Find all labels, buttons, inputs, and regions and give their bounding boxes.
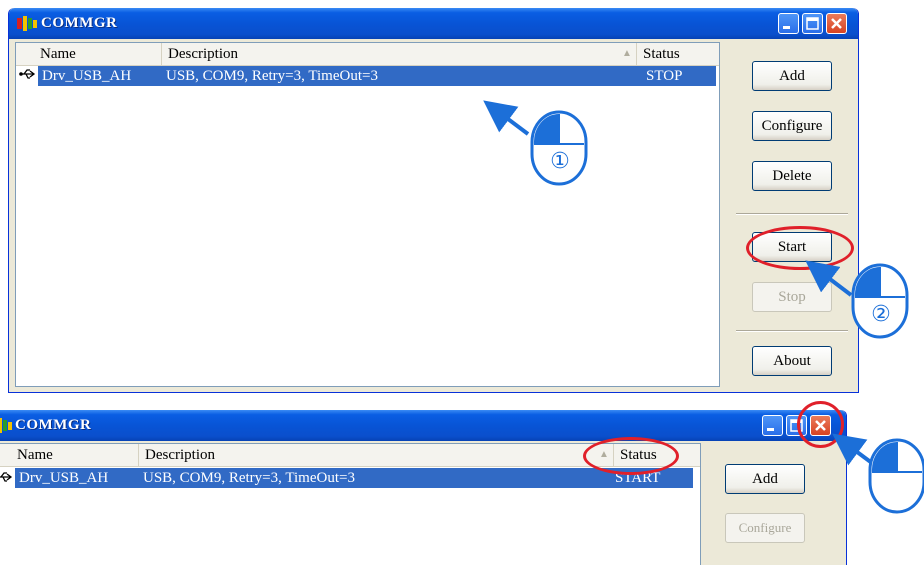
highlight-ring-close <box>797 401 844 448</box>
sort-arrow-icon: ▲ <box>622 48 632 59</box>
minimize-icon <box>783 26 790 29</box>
column-header-status[interactable]: Status <box>637 43 719 65</box>
window-title: COMMGR <box>41 15 118 31</box>
column-header-name[interactable]: Name <box>11 444 139 466</box>
row-description: USB, COM9, Retry=3, TimeOut=3 <box>143 470 355 486</box>
configure-button[interactable]: Configure <box>725 513 805 543</box>
maximize-button[interactable] <box>802 13 823 34</box>
close-icon <box>831 18 842 29</box>
delete-button[interactable]: Delete <box>752 161 832 191</box>
commgr-window-bottom: COMMGR Name Description ▲ Status Drv_USB… <box>0 410 847 565</box>
row-name: Drv_USB_AH <box>19 470 109 486</box>
driver-list[interactable]: Name Description ▲ Status Drv_USB_AH USB… <box>15 42 720 387</box>
title-bar[interactable]: COMMGR <box>0 410 846 441</box>
highlight-ring-status <box>583 437 679 475</box>
maximize-icon <box>806 17 819 30</box>
row-description: USB, COM9, Retry=3, TimeOut=3 <box>166 68 378 84</box>
separator <box>736 330 848 332</box>
add-button[interactable]: Add <box>725 464 805 494</box>
configure-button[interactable]: Configure <box>752 111 832 141</box>
add-button[interactable]: Add <box>752 61 832 91</box>
minimize-icon <box>767 428 774 431</box>
commgr-window-top: COMMGR Name Description ▲ Status Drv_USB… <box>8 8 859 393</box>
usb-icon <box>0 472 13 482</box>
separator <box>736 213 848 215</box>
mouse-icon <box>851 263 909 339</box>
column-header-description[interactable]: Description <box>162 43 637 65</box>
about-button[interactable]: About <box>752 346 832 376</box>
row-name: Drv_USB_AH <box>42 68 132 84</box>
list-item[interactable]: Drv_USB_AH USB, COM9, Retry=3, TimeOut=3… <box>38 66 716 86</box>
list-item[interactable]: Drv_USB_AH USB, COM9, Retry=3, TimeOut=3… <box>15 468 693 488</box>
usb-icon <box>19 69 36 79</box>
highlight-ring-start <box>746 226 854 270</box>
pointer-arrow-3 <box>832 433 878 468</box>
mouse-icon <box>868 438 924 514</box>
stop-button[interactable]: Stop <box>752 282 832 312</box>
minimize-button[interactable] <box>762 415 783 436</box>
commgr-app-icon <box>0 418 12 433</box>
window-title: COMMGR <box>15 417 92 433</box>
column-header-name[interactable]: Name <box>34 43 162 65</box>
close-button[interactable] <box>826 13 847 34</box>
commgr-app-icon <box>17 16 37 31</box>
minimize-button[interactable] <box>778 13 799 34</box>
column-header-description[interactable]: Description <box>139 444 614 466</box>
row-status: STOP <box>646 68 683 84</box>
list-header: Name Description ▲ Status <box>16 43 719 66</box>
title-bar[interactable]: COMMGR <box>9 8 858 39</box>
step-number-2: ② <box>871 302 891 327</box>
